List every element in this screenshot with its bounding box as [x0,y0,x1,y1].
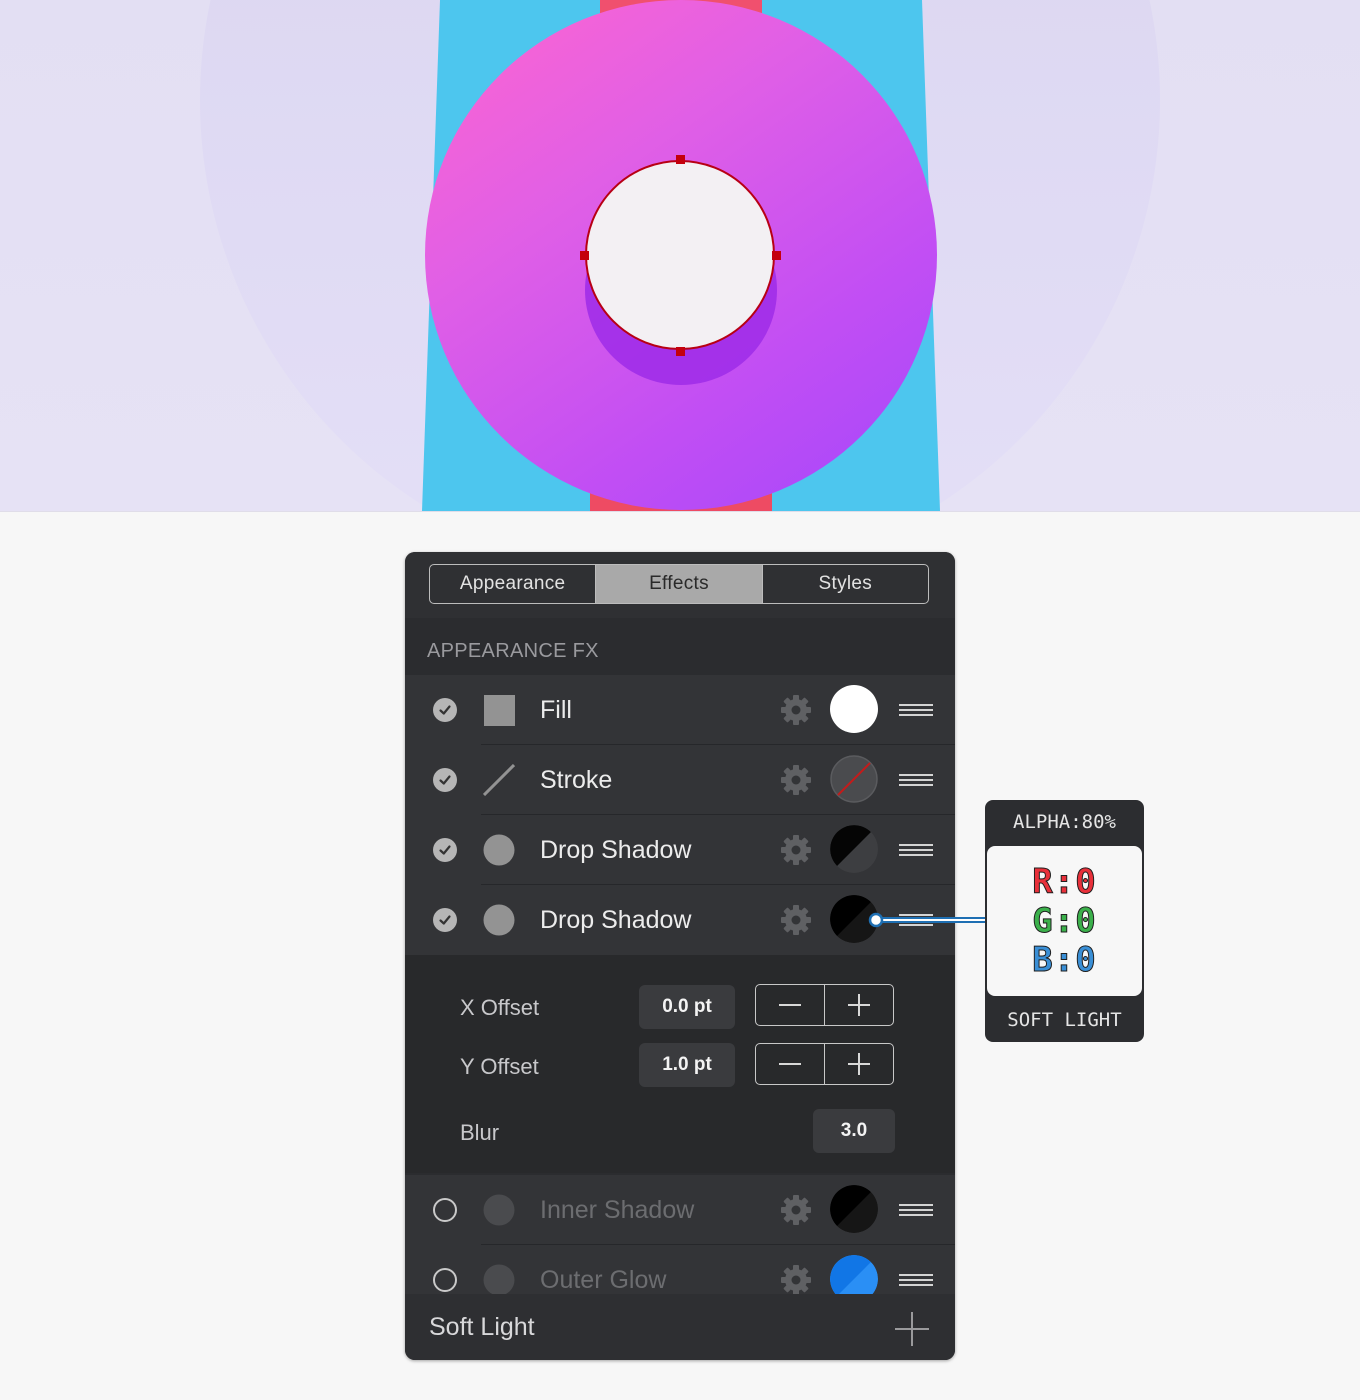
anchor-point-top[interactable] [676,155,685,164]
rgb-card: R:0 G:0 B:0 [987,846,1142,996]
gear-icon[interactable] [779,1193,813,1227]
green-value: G:0 [1032,900,1097,941]
plus-icon [848,1053,870,1075]
black-color-swatch[interactable] [830,895,878,943]
appearance-panel: Appearance Effects Styles APPEARANCE FX … [405,552,955,1360]
gear-icon[interactable] [779,763,813,797]
effect-label: Drop Shadow [540,836,692,864]
anchor-point-left[interactable] [580,251,589,260]
blend-mode-label[interactable]: Soft Light [429,1294,535,1360]
effect-label: Stroke [540,766,613,794]
selected-inner-circle[interactable] [585,160,775,350]
tab-styles[interactable]: Styles [761,565,928,603]
segmented-tabs: Appearance Effects Styles [429,564,929,604]
no-color-swatch[interactable] [830,755,878,803]
effect-label: Inner Shadow [540,1196,695,1224]
blur-value[interactable]: 3.0 [813,1109,895,1153]
drop-shadow-settings: X Offset 0.0 pt Y Offset 1.0 pt Blur 3.0 [405,955,955,1173]
panel-footer: Soft Light [405,1294,955,1360]
blue-value: B:0 [1032,939,1097,980]
minus-icon [779,1004,801,1006]
circle-icon [483,904,515,936]
black-color-swatch[interactable] [830,1185,878,1233]
enabled-checkmark-icon[interactable] [433,908,457,932]
circle-icon [483,1194,515,1226]
drag-handle-icon[interactable] [899,1203,933,1217]
disabled-toggle-icon[interactable] [433,1268,457,1292]
section-title: APPEARANCE FX [427,640,599,662]
y-offset-increment-button[interactable] [824,1044,893,1084]
white-color-swatch[interactable] [830,685,878,733]
gear-icon[interactable] [779,903,813,937]
tab-effects[interactable]: Effects [595,565,762,603]
square-icon [484,695,515,726]
drag-handle-icon[interactable] [899,1273,933,1287]
x-offset-increment-button[interactable] [824,985,893,1025]
effect-row-drop-shadow[interactable]: Drop Shadow [405,815,955,885]
enabled-checkmark-icon[interactable] [433,838,457,862]
gear-icon[interactable] [779,1263,813,1297]
enabled-checkmark-icon[interactable] [433,768,457,792]
effect-row-inner-shadow[interactable]: Inner Shadow [405,1175,955,1245]
black-transparent-color-swatch[interactable] [830,825,878,873]
line-icon [483,764,515,796]
red-value: R:0 [1032,861,1097,902]
drag-handle-icon[interactable] [899,913,933,927]
drag-handle-icon[interactable] [899,843,933,857]
alpha-value: ALPHA:80% [1013,811,1116,833]
effect-label: Fill [540,696,572,724]
tabs-bar: Appearance Effects Styles [405,552,955,618]
y-offset-value[interactable]: 1.0 pt [639,1043,735,1087]
y-offset-decrement-button[interactable] [756,1044,824,1084]
enabled-checkmark-icon[interactable] [433,698,457,722]
drag-handle-icon[interactable] [899,703,933,717]
tab-appearance[interactable]: Appearance [430,565,595,603]
design-canvas[interactable] [0,0,1360,512]
x-offset-label: X Offset [460,995,540,1020]
circle-icon [483,1264,515,1296]
minus-icon [779,1063,801,1065]
y-offset-label: Y Offset [460,1054,539,1079]
add-effect-plus-icon[interactable] [895,1312,929,1346]
gear-icon[interactable] [779,833,813,867]
effect-label: Drop Shadow [540,906,692,934]
plus-icon [848,994,870,1016]
x-offset-value[interactable]: 0.0 pt [639,985,735,1029]
anchor-point-right[interactable] [772,251,781,260]
gear-icon[interactable] [779,693,813,727]
anchor-point-bottom[interactable] [676,347,685,356]
effect-row-drop-shadow-selected[interactable]: Drop Shadow [405,885,955,955]
disabled-toggle-icon[interactable] [433,1198,457,1222]
circle-icon [483,834,515,866]
x-offset-decrement-button[interactable] [756,985,824,1025]
drag-handle-icon[interactable] [899,773,933,787]
effect-row-stroke[interactable]: Stroke [405,745,955,815]
y-offset-stepper [755,1043,894,1085]
x-offset-stepper [755,984,894,1026]
color-info-callout: ALPHA:80% R:0 G:0 B:0 SOFT LIGHT [985,800,1144,1042]
effect-row-fill[interactable]: Fill [405,675,955,745]
blend-mode-value: SOFT LIGHT [1007,1009,1122,1031]
blur-label: Blur [460,1120,500,1145]
